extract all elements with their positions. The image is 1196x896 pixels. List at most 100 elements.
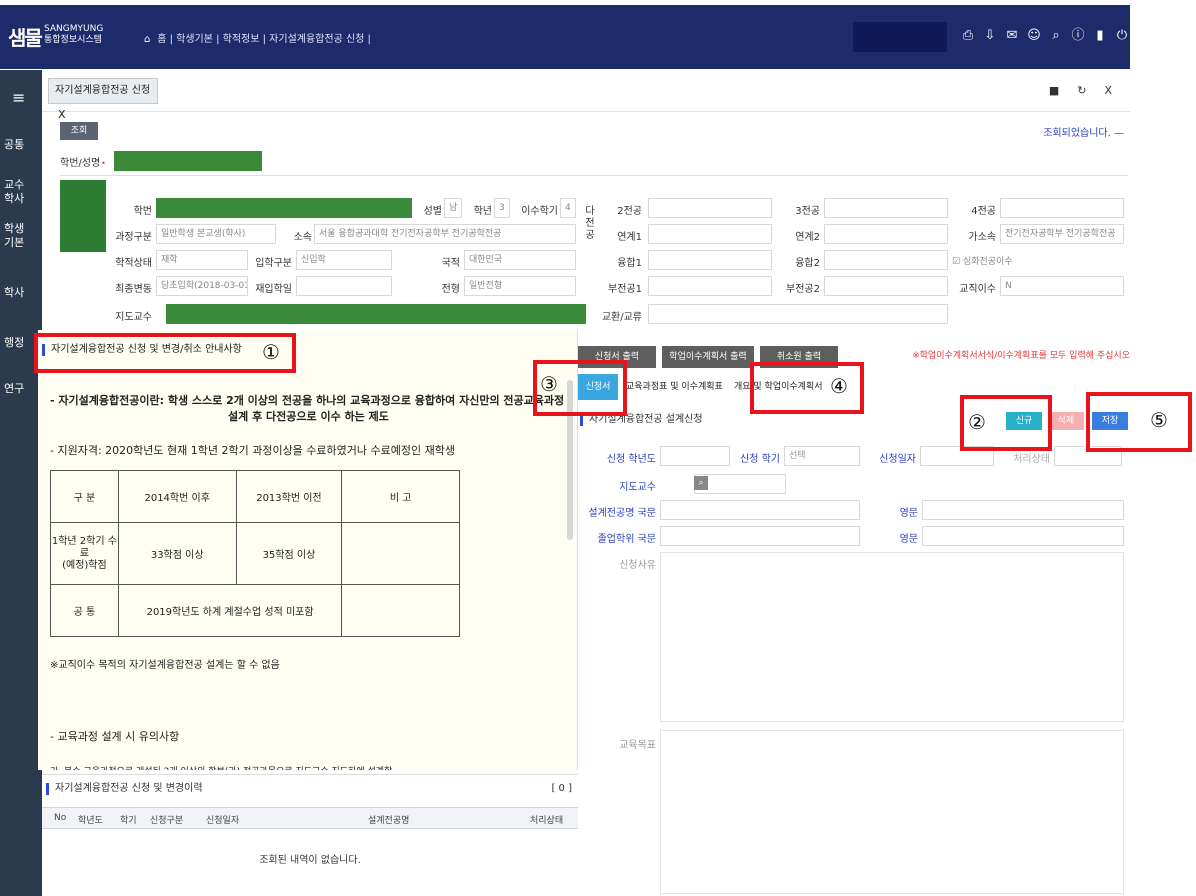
label-major3: 3전공: [795, 206, 820, 217]
power-icon[interactable]: ⏻: [1114, 28, 1130, 44]
degree-kor-input[interactable]: [660, 526, 860, 546]
nav-item-research[interactable]: 연구: [4, 382, 24, 396]
reason-textarea[interactable]: [660, 552, 1124, 722]
history-title: 자기설계융합전공 신청 및 변경이력: [46, 783, 203, 795]
col-status: 처리상태: [530, 816, 564, 826]
user-search-icon[interactable]: ☺: [1026, 28, 1042, 44]
tab-curriculum[interactable]: 교육과정표 및 이수계획표: [622, 374, 727, 400]
bookmark-icon[interactable]: ■: [1049, 84, 1059, 97]
label-temp-affiliation: 가소속: [968, 232, 996, 243]
search-icon[interactable]: ⌕: [1048, 28, 1064, 44]
status-field: 재학: [156, 250, 248, 270]
student-id-label: 학번/성명•: [60, 158, 106, 169]
label-major2: 2전공: [617, 206, 642, 217]
label-minor1: 부전공1: [608, 284, 642, 295]
nav-item-academic[interactable]: 학사: [4, 286, 24, 300]
print-icon[interactable]: ⎙: [960, 28, 976, 44]
apply-term-select[interactable]: 선택: [784, 446, 860, 466]
student-id-label-text: 학번/성명: [60, 158, 101, 169]
search-icon[interactable]: ⌕: [694, 476, 708, 490]
label-apply-date: 신청일자: [879, 454, 916, 465]
tab-label: 자기설계융합전공 신청: [55, 85, 151, 96]
major4-field: [1000, 198, 1124, 218]
table-row: 공 통 2019학년도 하계 계절수업 성적 미포함: [50, 584, 460, 637]
nav-item-common[interactable]: 공통: [4, 138, 24, 152]
logo-text: SANGMYUNG 통합정보시스템: [44, 24, 103, 46]
label-design-major-kor: 설계전공명 국문: [588, 508, 656, 519]
message-icon[interactable]: ✉: [1004, 28, 1020, 44]
teaching-note: ※교직이수 목적의 자기설계융합전공 설계는 할 수 없음: [50, 660, 280, 671]
global-search-input[interactable]: [853, 22, 947, 52]
annotation-box-5: [1086, 392, 1192, 452]
temp-affiliation-field: 전기전자공학부 전기공학전공: [1000, 224, 1124, 244]
last-change-field: 당초입학(2018-03-01): [156, 276, 248, 296]
advanced-major-label: 심화전공이수: [962, 257, 1013, 267]
label-affiliation: 소속: [293, 232, 312, 243]
table-cell: 2013학번 이전: [235, 470, 343, 523]
label-admission: 입학구분: [255, 258, 292, 269]
table-row: 1학년 2학기 수료 (예정)학점 33학점 이상 35학점 이상: [50, 522, 460, 585]
label-semesters: 이수학기: [521, 206, 558, 217]
major2-field: [648, 198, 772, 218]
tab-self-design-major[interactable]: 자기설계융합전공 신청 X: [48, 78, 158, 121]
nav-item-prof-academic[interactable]: 교수 학사: [4, 178, 24, 206]
label-gender: 성별: [423, 206, 442, 217]
home-icon[interactable]: ⌂: [144, 34, 154, 45]
design-major-eng-input[interactable]: [922, 500, 1124, 520]
label-fusion2: 융합2: [795, 258, 820, 269]
minor1-field: [648, 276, 772, 296]
table-cell: [341, 584, 460, 637]
label-year: 학년: [473, 206, 492, 217]
criteria-table: 구 분 2014학번 이후 2013학번 이전 비 고 1학년 2학기 수료 (…: [50, 470, 460, 637]
label-last-change: 최종변동: [115, 284, 152, 295]
student-id-input[interactable]: [114, 151, 262, 171]
degree-eng-input[interactable]: [922, 526, 1124, 546]
advanced-major-checkbox[interactable]: ☑ 심화전공이수: [952, 254, 1013, 267]
top-header: 샘물 SANGMYUNG 통합정보시스템 ⌂ 홈 | 학생기본 | 학적정보 |…: [0, 0, 1196, 70]
help-icon[interactable]: ⓘ: [1070, 28, 1086, 44]
print-plan-button[interactable]: 학업이수계획서 출력: [662, 346, 754, 368]
col-apply-date: 신청일자: [206, 816, 240, 826]
history-panel: 자기설계융합전공 신청 및 변경이력 [ 0 ] No 학년도 학기 신청구분 …: [42, 774, 578, 896]
label-teaching: 교직이수: [959, 284, 996, 295]
annotation-number-5: ⑤: [1150, 408, 1168, 432]
apply-year-input[interactable]: [660, 446, 730, 466]
download-icon[interactable]: ⇩: [982, 28, 998, 44]
nav-item-student-basic[interactable]: 학생 기본: [4, 222, 24, 250]
col-no: No: [54, 813, 67, 823]
logo-line1: SANGMYUNG: [44, 24, 104, 34]
label-readmission: 재입학일: [255, 284, 292, 295]
close-all-icon[interactable]: X: [1104, 84, 1112, 97]
goal-textarea[interactable]: [660, 730, 1124, 894]
menu-icon[interactable]: ≡: [12, 88, 25, 107]
exchange-field: [648, 304, 948, 324]
eligibility-line: - 지원자격: 2020학년도 현재 1학년 2학기 과정이상을 수료하였거나 …: [50, 444, 455, 457]
nav-item-admin[interactable]: 행정: [4, 336, 24, 350]
teaching-field: N: [1000, 276, 1124, 296]
minor2-field: [824, 276, 948, 296]
breadcrumb-text[interactable]: 홈 | 학생기본 | 학적정보 | 자기설계융합전공 신청 |: [157, 34, 371, 45]
student-info-panel: 학번 성별 남 학년 3 이수학기 4 과정구분 일반학생 본교생(학사) 소속…: [60, 180, 1128, 328]
student-photo: [60, 180, 106, 252]
table-cell: 공 통: [50, 584, 119, 637]
refresh-icon[interactable]: ↻: [1077, 84, 1086, 97]
search-panel: 조회 조회되었습니다. — 학번/성명•: [60, 118, 1128, 176]
search-button[interactable]: 조회: [60, 122, 98, 140]
advisor-field: [166, 304, 586, 324]
major3-field: [824, 198, 948, 218]
linked2-field: [824, 224, 948, 244]
label-minor2: 부전공2: [786, 284, 820, 295]
caution-title: - 교육과정 설계 시 유의사항: [50, 730, 180, 743]
table-cell: [341, 522, 460, 585]
table-cell: 구 분: [50, 470, 119, 523]
readmission-field: [296, 276, 392, 296]
delete-button[interactable]: 삭제: [1048, 412, 1084, 430]
table-cell: 2014학번 이후: [117, 470, 237, 523]
breadcrumb: ⌂ 홈 | 학생기본 | 학적정보 | 자기설계융합전공 신청 |: [144, 30, 371, 45]
bookmark-icon[interactable]: ▮: [1092, 28, 1108, 44]
design-major-kor-input[interactable]: [660, 500, 860, 520]
label-process-status: 처리상태: [1013, 454, 1050, 465]
input-notice: ※학업이수계획서서식/이수계획표를 모두 입력해 주십시오: [912, 351, 1130, 361]
label-exchange: 교환/교류: [601, 312, 642, 323]
label-nationality: 국적: [441, 258, 460, 269]
